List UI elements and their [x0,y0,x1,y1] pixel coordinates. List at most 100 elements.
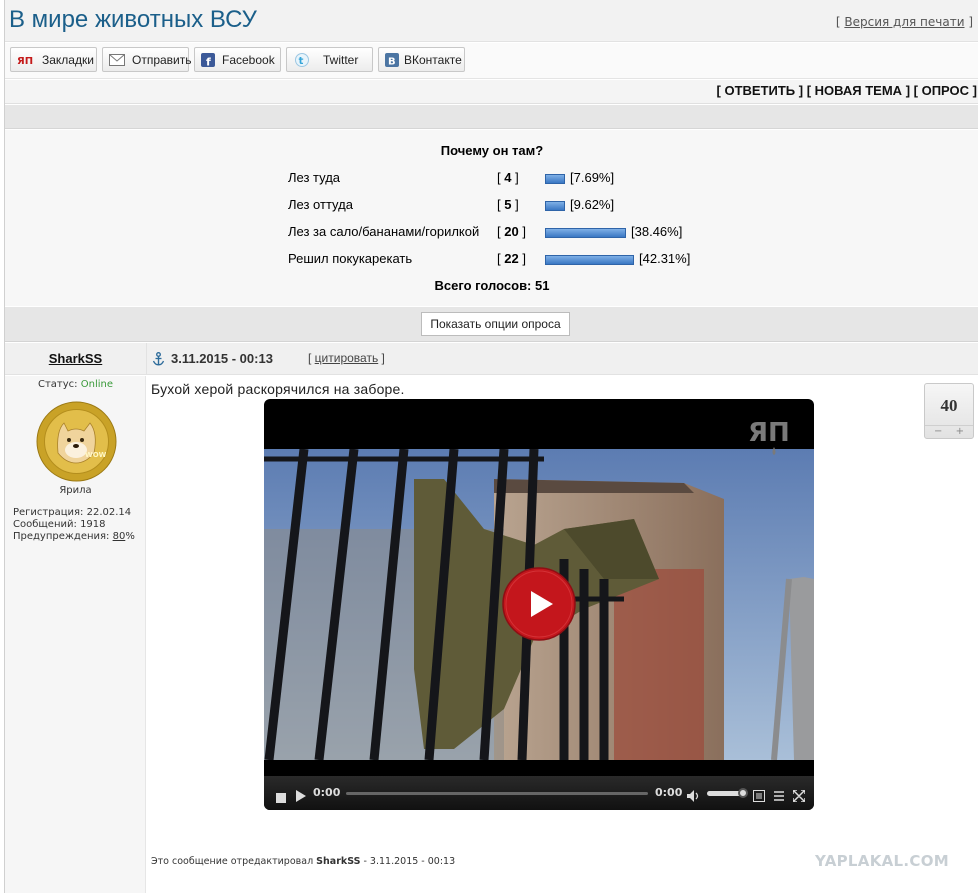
warnings-row: Предупреждения: 80% [13,531,135,542]
show-poll-options-button[interactable]: Показать опции опроса [421,312,570,336]
author-stats: Регистрация: 22.02.14 Сообщений: 1918 Пр… [13,507,135,543]
post-body: Бухой херой раскорячился на заборе. 40 −… [147,376,978,893]
poll-option-votes: [ 5 ] [497,197,519,212]
video-controls: 0:00 0:00 [264,776,814,810]
edit-author: SharkSS [316,856,361,867]
rating-controls: − + [925,425,973,438]
anchor-icon[interactable] [152,351,165,370]
send-button[interactable]: Отправить [102,47,192,72]
poll-option-votes: [ 22 ] [497,251,526,266]
yap-logo-watermark: ЯП [748,413,800,461]
poll-options-band: Показать опции опроса [5,307,978,342]
author-name[interactable]: SharkSS [5,351,146,366]
edit-note: Это сообщение отредактировал SharkSS - 3… [151,856,456,867]
svg-text:WOW: WOW [85,451,107,459]
topic-header: В мире животных ВСУ [ Версия для печати … [5,0,978,42]
new-topic-link[interactable]: НОВАЯ ТЕМА [815,83,902,98]
poll-link[interactable]: ОПРОС [922,83,969,98]
svg-text:f: f [206,55,211,67]
poll-option: Лез оттуда [ 5 ] [9.62%] [5,197,978,215]
poll-option-label: Решил покукарекать [288,251,413,266]
messages-row: Сообщений: 1918 [13,519,106,530]
volume-knob[interactable] [738,788,748,798]
twitter-button[interactable]: t Twitter [286,47,373,72]
poll-option: Лез туда [ 4 ] [7.69%] [5,170,978,188]
topic-actions-links: [ ОТВЕТИТЬ ] [ НОВАЯ ТЕМА ] [ ОПРОС ] [716,83,977,98]
message-count: 1918 [80,519,106,530]
poll-option-votes: [ 20 ] [497,224,526,239]
status-online: Online [80,379,113,390]
print-version: [ Версия для печати ] [835,15,973,29]
poll-option-votes: [ 4 ] [497,170,519,185]
bookmarks-label: Закладки [42,52,94,67]
facebook-button[interactable]: f Facebook [194,47,281,72]
vkontakte-label: ВКонтакте [404,52,462,67]
rating-plus-button[interactable]: + [956,426,964,437]
author-status: Статус: Online [5,379,146,390]
volume-icon[interactable] [687,787,700,806]
poll-option-percent: [42.31%] [639,251,691,266]
poll-option-label: Лез туда [288,170,341,185]
svg-text:ЯП: ЯП [748,418,790,448]
twitter-icon: t [295,52,309,67]
poll-option-percent: [38.46%] [631,224,683,239]
twitter-label: Twitter [323,52,359,67]
fullscreen-icon[interactable] [792,787,806,806]
poll-option-bar [545,228,626,238]
time-total: 0:00 [655,786,683,799]
site-watermark: YAPLAKAL.COM [815,852,949,870]
yap-icon: ЯП [17,54,35,66]
vk-icon: В [385,52,399,67]
author-sidebar: Статус: Online WOW Ярила Регистрация: 22… [5,376,146,893]
reply-link[interactable]: ОТВЕТИТЬ [724,83,795,98]
facebook-icon: f [201,52,215,67]
facebook-label: Facebook [222,52,275,67]
quote-action: [ цитировать ] [308,351,385,365]
stop-icon[interactable] [276,788,286,807]
time-current: 0:00 [313,786,341,799]
play-icon[interactable] [296,787,306,806]
poll-option-bar [545,174,565,184]
post-text: Бухой херой раскорячился на заборе. [151,381,405,397]
vkontakte-button[interactable]: В ВКонтакте [378,47,465,72]
poll-option-bar [545,255,634,265]
poll-question: Почему он там? [440,143,544,158]
play-button[interactable] [501,566,577,642]
status-label: Статус: [38,379,78,390]
poll-option-percent: [9.62%] [570,197,615,212]
poll-option-label: Лез за сало/бананами/горилкой [288,224,480,239]
rating-widget: 40 − + [924,383,974,439]
registration-date: 22.02.14 [86,507,132,518]
video-player[interactable]: ЯП 0:00 0:00 [264,399,814,810]
poll-option: Решил покукарекать [ 22 ] [42.31%] [5,251,978,269]
topic-actions: [ ОТВЕТИТЬ ] [ НОВАЯ ТЕМА ] [ ОПРОС ] [5,80,978,104]
rating-minus-button[interactable]: − [934,426,942,437]
post-header: SharkSS 3.11.2015 - 00:13 [ цитировать ] [5,343,978,375]
rating-value: 40 [940,396,958,415]
bookmarks-button[interactable]: ЯП Закладки [10,47,97,72]
mail-icon [109,53,125,66]
page-frame: В мире животных ВСУ [ Версия для печати … [4,0,978,893]
poll-option-percent: [7.69%] [570,170,615,185]
avatar[interactable]: WOW [36,401,117,482]
poll-option: Лез за сало/бананами/горилкой [ 20 ] [38.4… [5,224,978,242]
settings-icon[interactable] [773,787,785,806]
poll: Почему он там? Лез туда [ 4 ] [7.69%] Лез о… [5,130,978,306]
print-version-link[interactable]: Версия для печати [844,15,964,29]
svg-text:ЯП: ЯП [17,56,33,66]
svg-text:В: В [388,56,396,67]
registration-row: Регистрация: 22.02.14 [13,507,132,518]
author-rank: Ярила [59,485,92,496]
poll-option-label: Лез оттуда [288,197,353,212]
progress-bar[interactable] [346,792,648,795]
svg-text:t: t [299,56,304,67]
quote-link[interactable]: цитировать [315,351,379,365]
poll-total: Всего голосов: 51 [434,278,550,293]
share-toolbar: ЯП Закладки Отправить f Facebook t Twitt… [5,43,978,79]
warnings-link[interactable]: 80 [113,531,126,542]
playlist-icon[interactable] [753,787,765,806]
poll-option-bar [545,201,565,211]
send-label: Отправить [132,52,192,67]
divider-band [5,105,978,129]
post-date: 3.11.2015 - 00:13 [171,351,273,366]
